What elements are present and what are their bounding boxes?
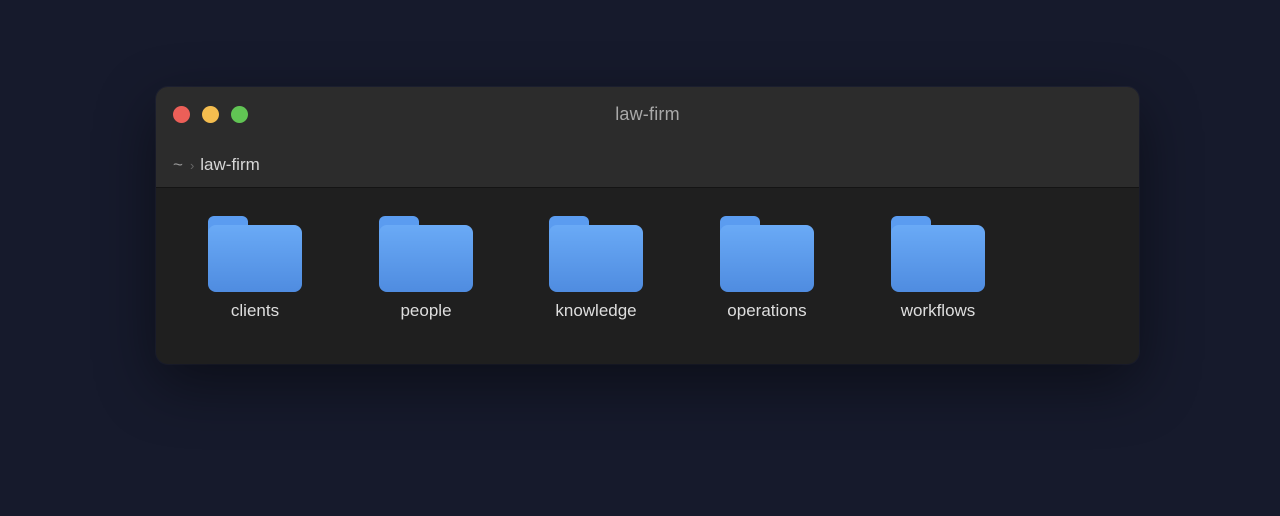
folder-icon <box>891 216 985 292</box>
breadcrumb-separator: › <box>189 157 195 173</box>
folder-label: knowledge <box>555 301 637 320</box>
folder-workflows[interactable]: workflows <box>863 216 1013 326</box>
title-bar: law-firm ~ › law-firm <box>156 87 1139 188</box>
folder-icon <box>720 216 814 292</box>
finder-window: law-firm ~ › law-firm clients people kno… <box>156 87 1139 364</box>
breadcrumb-current[interactable]: law-firm <box>200 155 260 175</box>
folder-label: workflows <box>900 301 976 320</box>
folder-icon <box>208 216 302 292</box>
folder-grid: clients people knowledge operations work… <box>156 188 1139 364</box>
folder-knowledge[interactable]: knowledge <box>521 216 671 326</box>
folder-label: operations <box>727 301 807 320</box>
breadcrumb: ~ › law-firm <box>173 154 260 176</box>
folder-label: clients <box>230 301 280 320</box>
breadcrumb-home[interactable]: ~ <box>173 155 183 175</box>
folder-icon <box>379 216 473 292</box>
folder-clients[interactable]: clients <box>180 216 330 326</box>
window-title: law-firm <box>615 104 680 124</box>
folder-icon <box>549 216 643 292</box>
folder-label: people <box>400 301 452 320</box>
folder-people[interactable]: people <box>351 216 501 326</box>
folder-operations[interactable]: operations <box>692 216 842 326</box>
